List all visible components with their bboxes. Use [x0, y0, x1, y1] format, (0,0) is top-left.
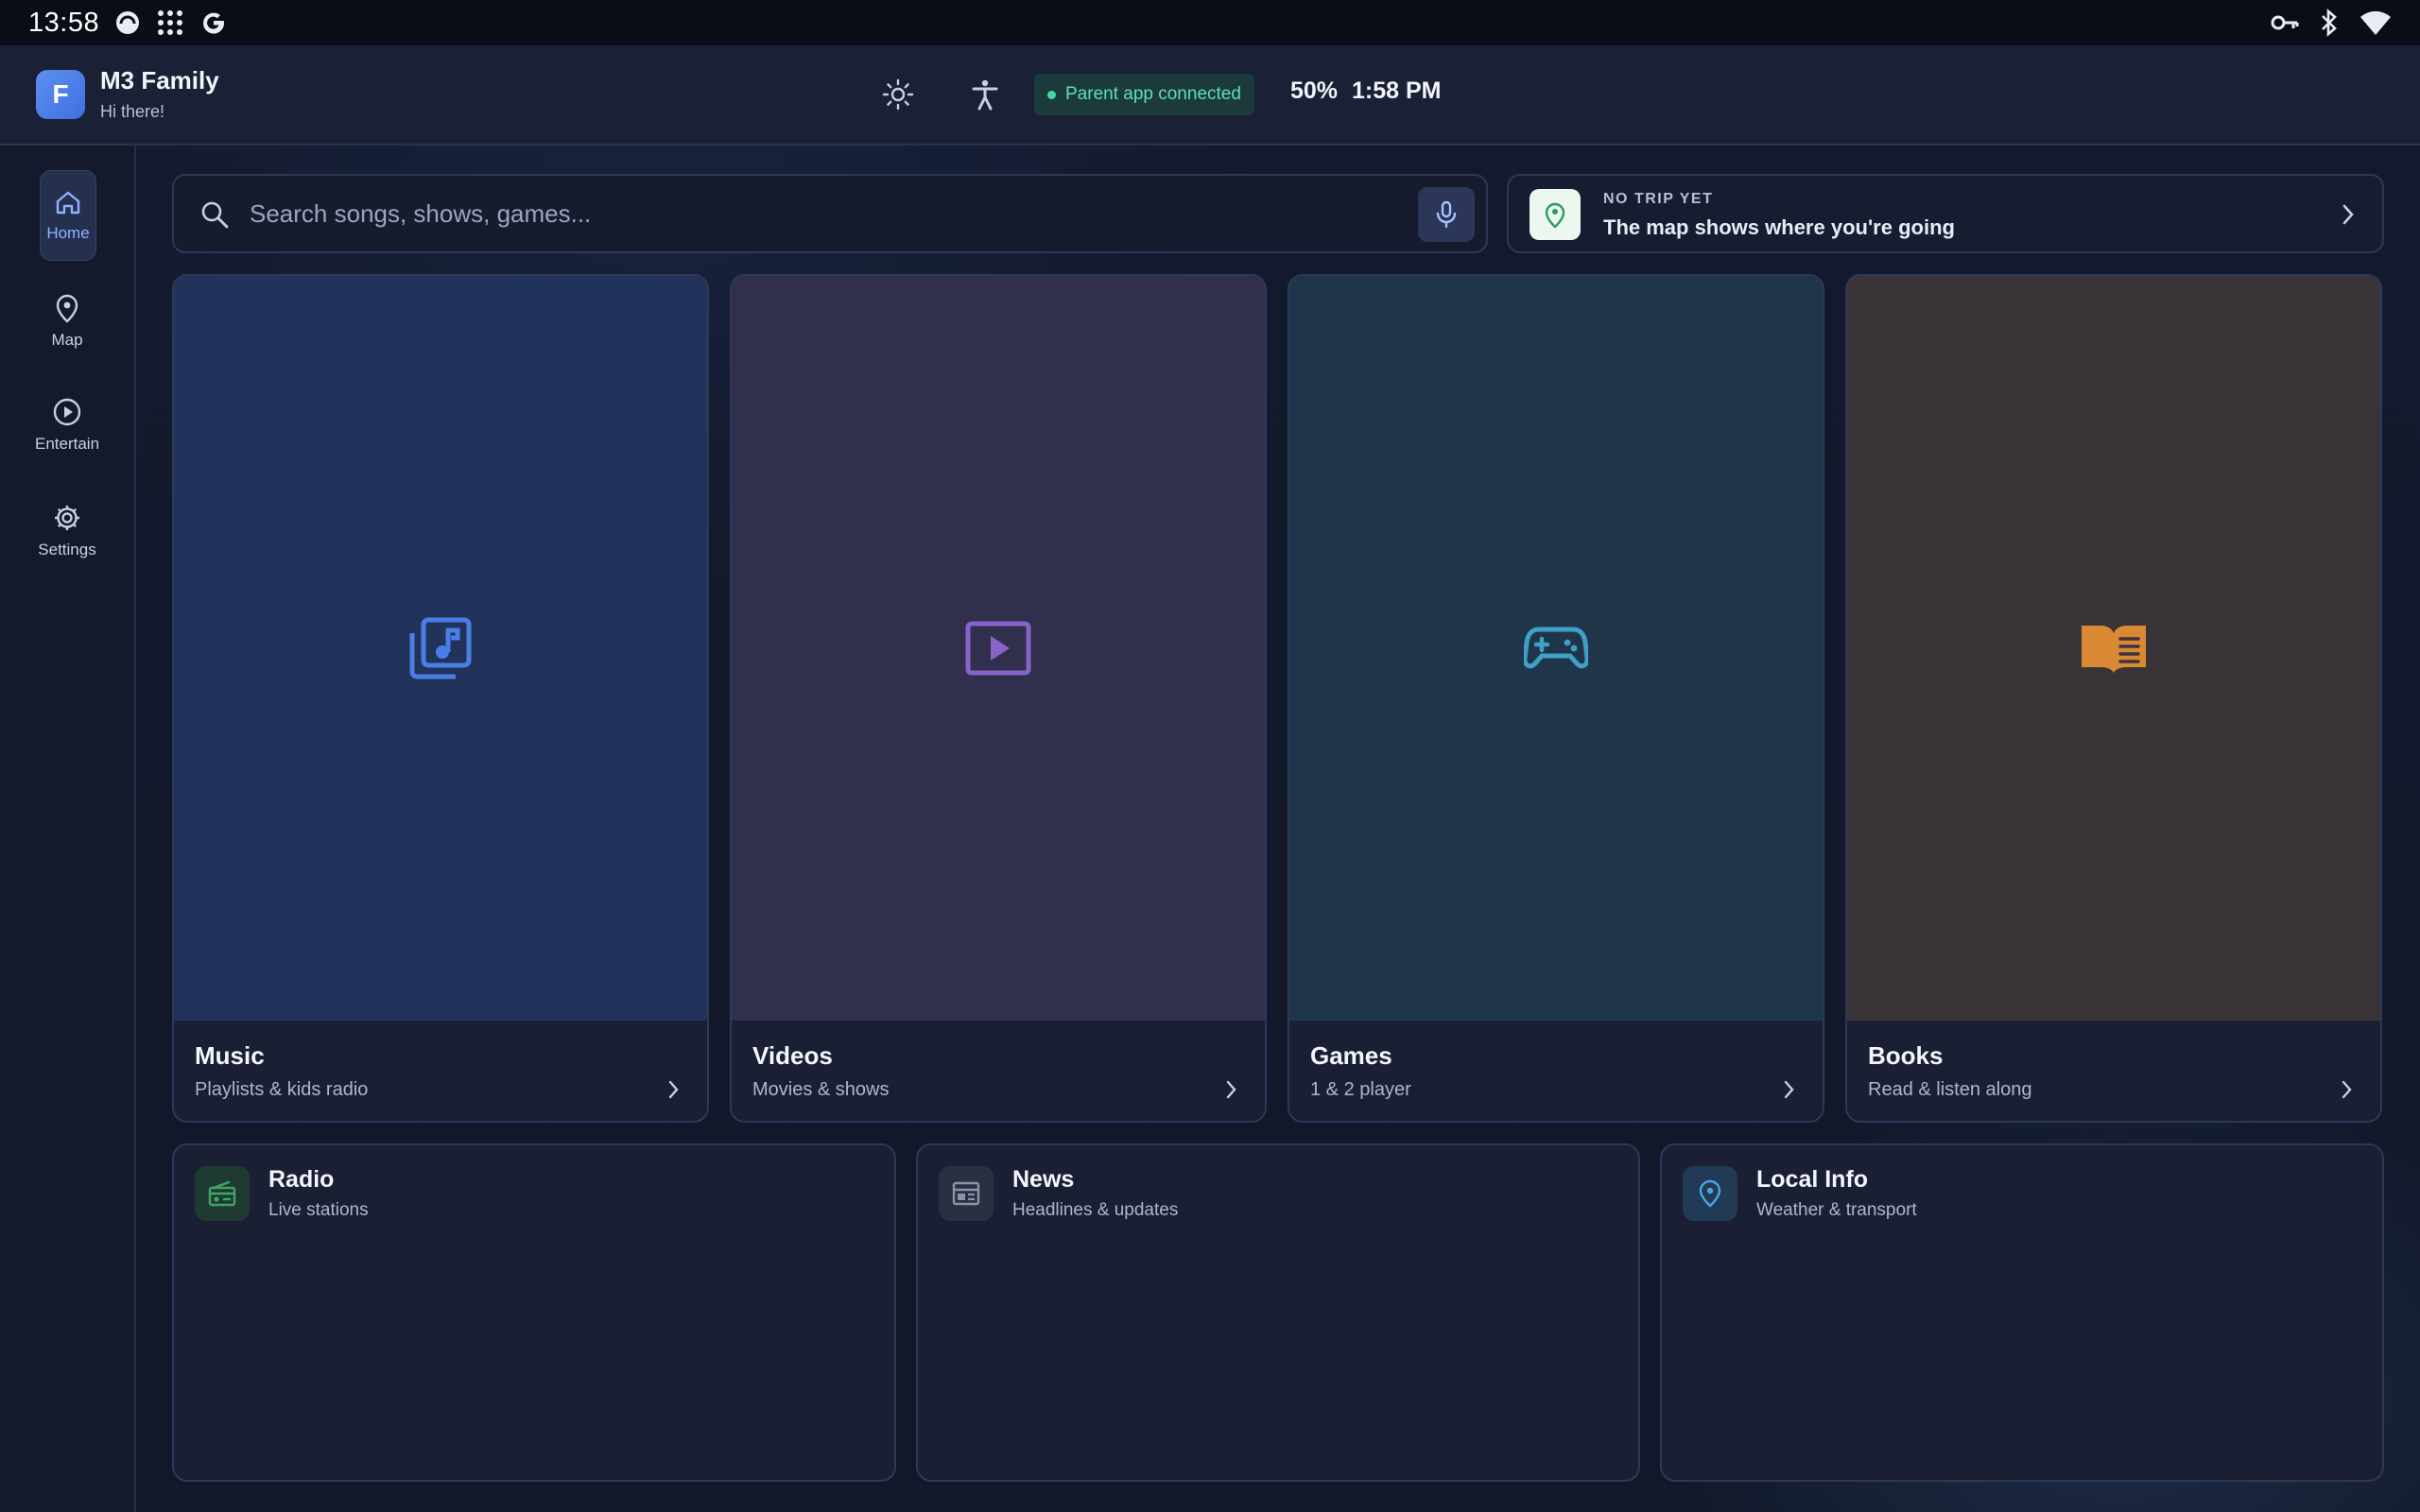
nav-label: Settings	[38, 541, 96, 558]
nav-item-settings[interactable]: Settings	[36, 486, 98, 576]
avatar[interactable]: F	[36, 70, 85, 119]
card-title: Radio	[268, 1166, 335, 1193]
category-tile-games[interactable]: Games 1 & 2 player	[1288, 274, 1824, 1123]
nav-item-home[interactable]: Home	[40, 170, 96, 261]
card-subtitle: Live stations	[268, 1200, 369, 1220]
tile-subtitle: Read & listen along	[1868, 1079, 2032, 1100]
tile-footer: Books Read & listen along	[1847, 1021, 2380, 1121]
chevron-right-icon	[668, 1080, 679, 1099]
music-library-icon	[409, 617, 472, 679]
key-icon	[2271, 12, 2299, 33]
header-clock: 1:58 PM	[1352, 77, 1442, 104]
connection-status-badge: Parent app connected	[1034, 74, 1254, 115]
map-pin-icon	[56, 294, 78, 323]
sun-icon	[882, 78, 914, 111]
tile-artwork	[732, 276, 1265, 1021]
voice-search-button[interactable]	[1418, 187, 1475, 242]
system-status-bar: 13:58	[0, 0, 2420, 45]
tile-footer: Music Playlists & kids radio	[174, 1021, 707, 1121]
side-navigation: Home Map Entertain Settings	[0, 146, 136, 1512]
card-radio[interactable]: Radio Live stations	[172, 1143, 896, 1482]
chevron-right-icon	[2342, 204, 2354, 225]
tile-title: Music	[195, 1041, 265, 1070]
tile-title: Videos	[752, 1041, 833, 1070]
gear-icon	[55, 506, 79, 530]
card-local-info[interactable]: Local Info Weather & transport	[1660, 1143, 2384, 1482]
tile-subtitle: 1 & 2 player	[1310, 1079, 1411, 1100]
tile-subtitle: Movies & shows	[752, 1079, 890, 1100]
newspaper-icon	[952, 1181, 980, 1206]
category-tile-books[interactable]: Books Read & listen along	[1845, 274, 2382, 1123]
trip-status-card[interactable]: NO TRIP YET The map shows where you're g…	[1507, 174, 2384, 253]
location-pin-icon	[1699, 1179, 1721, 1208]
wifi-icon	[2360, 9, 2392, 36]
card-icon-badge	[195, 1166, 250, 1221]
trip-description: The map shows where you're going	[1603, 215, 1955, 239]
tile-artwork	[174, 276, 707, 1021]
battery-level: 50%	[1290, 77, 1339, 104]
location-pin-icon	[1545, 202, 1565, 229]
tile-subtitle: Playlists & kids radio	[195, 1079, 369, 1100]
connection-status-text: Parent app connected	[1065, 84, 1241, 104]
trip-kicker: NO TRIP YET	[1603, 191, 1714, 207]
gamepad-icon	[1524, 627, 1588, 669]
card-icon-badge	[939, 1166, 994, 1221]
chevron-right-icon	[1226, 1080, 1236, 1099]
greeting-text: Hi there!	[100, 102, 165, 121]
tile-footer: Videos Movies & shows	[732, 1021, 1265, 1121]
search-bar	[172, 174, 1488, 253]
home-icon	[56, 191, 80, 215]
pocket-casts-icon	[114, 9, 141, 36]
card-subtitle: Headlines & updates	[1012, 1200, 1179, 1220]
tile-title: Books	[1868, 1041, 1944, 1070]
nav-label: Map	[51, 331, 83, 349]
search-icon	[201, 201, 229, 229]
nav-item-map[interactable]: Map	[36, 276, 98, 367]
card-news[interactable]: News Headlines & updates	[916, 1143, 1640, 1482]
status-dot	[1047, 90, 1056, 99]
chevron-right-icon	[2342, 1080, 2352, 1099]
video-play-icon	[965, 621, 1031, 676]
category-tile-music[interactable]: Music Playlists & kids radio	[172, 274, 709, 1123]
app-grid-icon	[156, 9, 184, 37]
nav-label: Entertain	[34, 435, 100, 453]
brightness-button[interactable]	[877, 74, 919, 115]
bluetooth-icon	[2320, 9, 2339, 37]
app-header: F M3 Family Hi there! Parent app connect…	[0, 45, 2420, 146]
category-tile-videos[interactable]: Videos Movies & shows	[730, 274, 1267, 1123]
search-input[interactable]	[250, 193, 1384, 234]
nav-item-entertain[interactable]: Entertain	[34, 380, 100, 471]
play-circle-icon	[53, 398, 81, 426]
tile-artwork	[1289, 276, 1823, 1021]
trip-location-badge	[1530, 189, 1581, 240]
nav-label: Home	[46, 224, 90, 242]
profile-name: M3 Family	[100, 66, 219, 94]
radio-icon	[208, 1180, 236, 1207]
card-subtitle: Weather & transport	[1756, 1200, 1917, 1220]
card-title: Local Info	[1756, 1166, 1869, 1193]
status-time: 13:58	[28, 7, 100, 38]
card-icon-badge	[1683, 1166, 1737, 1221]
accessibility-icon	[972, 79, 998, 111]
accessibility-button[interactable]	[964, 74, 1006, 115]
card-title: News	[1012, 1166, 1075, 1193]
chevron-right-icon	[1784, 1080, 1794, 1099]
open-book-icon	[2082, 626, 2146, 673]
microphone-icon	[1436, 200, 1457, 229]
google-icon	[199, 9, 228, 37]
tile-footer: Games 1 & 2 player	[1289, 1021, 1823, 1121]
tile-title: Games	[1310, 1041, 1392, 1070]
tile-artwork	[1847, 276, 2380, 1021]
